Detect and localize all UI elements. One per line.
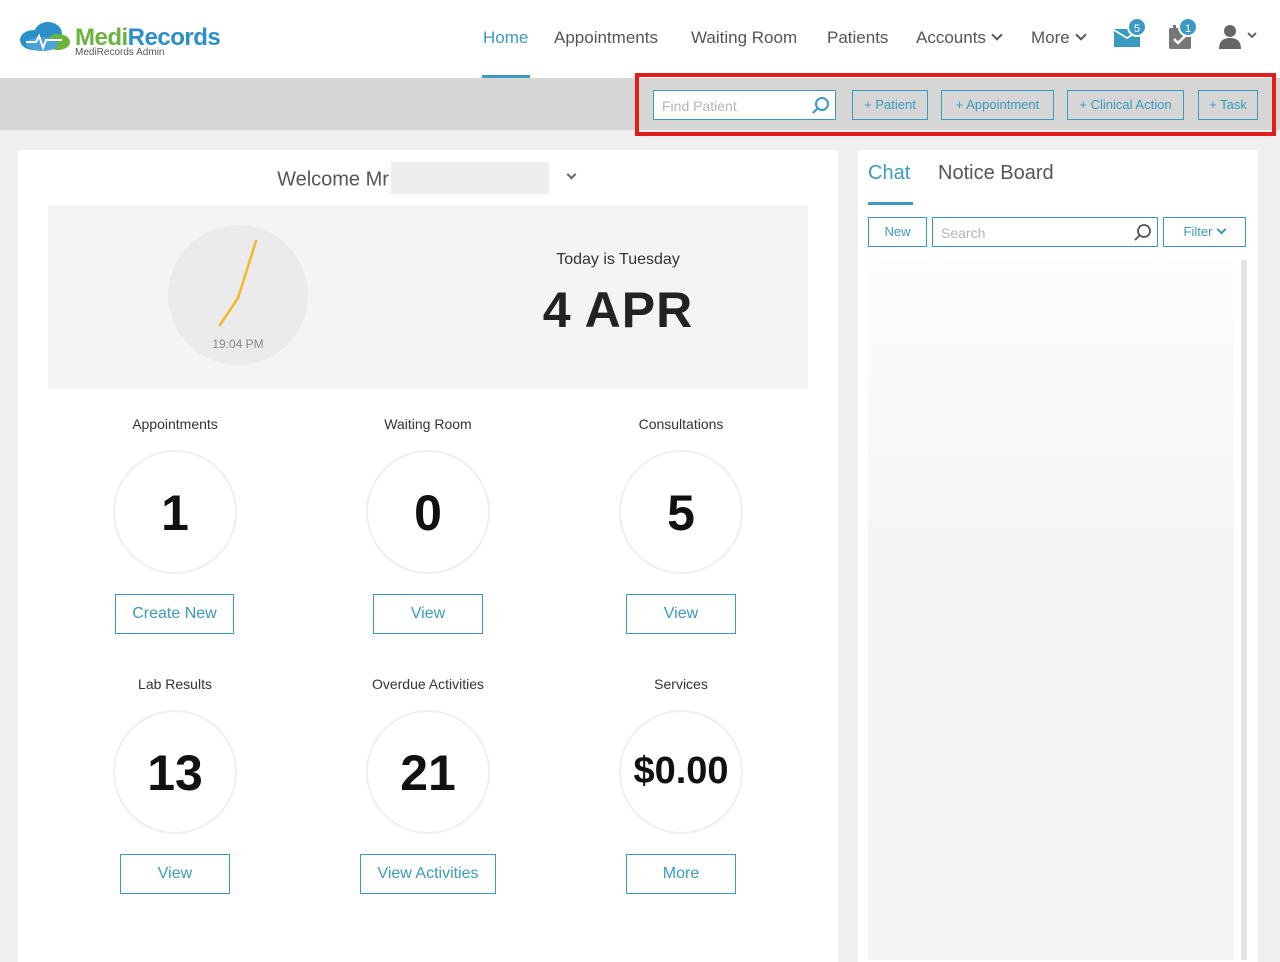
stat-label: Waiting Room [384,416,472,432]
nav-patients[interactable]: Patients [827,28,888,48]
stat-value: $0.00 [633,750,729,792]
mail-badge: 5 [1127,17,1147,37]
stat-circle: 21 [366,710,490,834]
highlight-box [635,73,1276,136]
dashboard-panel: Welcome Mr 19:04 PM Today is Tuesday 4 A… [18,150,838,962]
date-card: 19:04 PM Today is Tuesday 4 APR [48,205,808,389]
view-consultations-button[interactable]: View [626,594,736,634]
view-waiting-room-button[interactable]: View [373,594,483,634]
chevron-down-icon [1216,224,1227,235]
tasks-badge: 1 [1178,17,1198,37]
chat-filter-button[interactable]: Filter [1163,217,1246,247]
tab-notice-board[interactable]: Notice Board [938,162,1054,185]
nav-appointments[interactable]: Appointments [554,28,658,48]
nav-accounts[interactable]: Accounts [916,28,1003,48]
welcome-header: Welcome Mr [18,162,838,196]
view-lab-results-button[interactable]: View [120,854,230,894]
nav-more-label: More [1031,28,1070,47]
stat-label: Lab Results [138,676,212,692]
stat-label: Appointments [132,416,218,432]
chevron-down-icon [991,29,1003,41]
top-navbar: MediRecords MediRecords Admin Home Appoi… [0,0,1280,78]
welcome-text: Welcome Mr [277,168,389,191]
nav-home[interactable]: Home [483,28,528,48]
stat-label: Overdue Activities [371,676,485,692]
tab-active-indicator [868,202,913,205]
nav-waiting-room[interactable]: Waiting Room [691,28,797,48]
chat-panel: Chat Notice Board New Filter [858,150,1258,962]
chat-list [868,260,1234,960]
create-appointment-button[interactable]: Create New [115,594,234,634]
chat-scrollbar[interactable] [1241,260,1247,960]
search-icon[interactable] [1133,223,1153,243]
app-logo[interactable]: MediRecords MediRecords Admin [18,20,228,60]
stat-value: 0 [414,485,442,541]
stat-value: 5 [667,485,695,541]
clock-time: 19:04 PM [212,337,264,351]
stat-label: Consultations [638,416,724,432]
chat-search-input[interactable] [941,224,1126,242]
analog-clock: 19:04 PM [168,225,308,365]
stat-value: 1 [161,485,189,541]
chevron-down-icon [566,169,577,180]
welcome-dropdown[interactable]: Welcome Mr [277,162,579,196]
stat-value: 13 [147,745,203,801]
redacted-name [390,162,549,194]
stat-circle: 1 [113,450,237,574]
tasks-button[interactable]: 1 [1168,17,1198,56]
today-label: Today is Tuesday [556,251,680,268]
more-services-button[interactable]: More [626,854,736,894]
messages-button[interactable]: 5 [1113,17,1147,54]
cloud-logo-icon [20,22,70,51]
stat-circle: $0.00 [619,710,743,834]
stat-label: Services [654,676,708,692]
stat-circle: 13 [113,710,237,834]
new-chat-button[interactable]: New [868,217,927,247]
user-icon [1219,25,1257,49]
tab-chat[interactable]: Chat [868,162,910,185]
user-menu-button[interactable] [1218,24,1260,55]
filter-label: Filter [1183,224,1213,239]
nav-accounts-label: Accounts [916,28,986,47]
app-subtitle: MediRecords Admin [75,47,165,58]
chat-search-box[interactable] [932,217,1158,247]
stat-circle: 5 [619,450,743,574]
stat-circle: 0 [366,450,490,574]
stat-value: 21 [400,745,456,801]
chevron-down-icon [1075,29,1087,41]
view-activities-button[interactable]: View Activities [360,854,496,894]
current-date: 4 APR [542,282,694,338]
nav-more[interactable]: More [1031,28,1087,48]
